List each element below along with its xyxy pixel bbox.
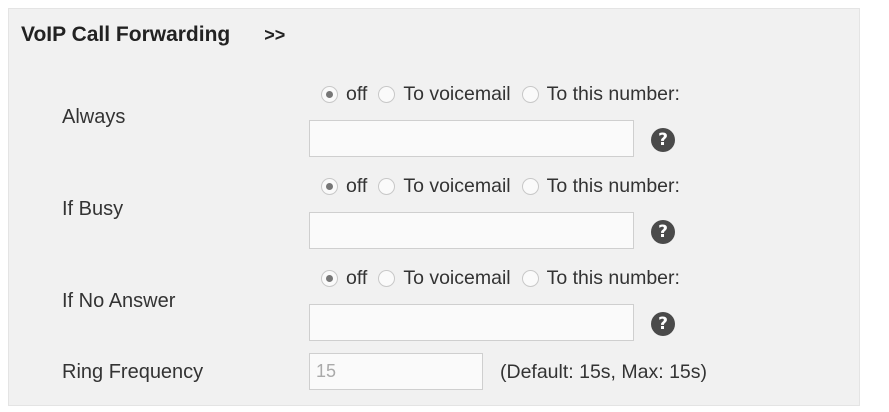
expand-toggle[interactable]: >> xyxy=(264,25,285,46)
ring-frequency-label: Ring Frequency xyxy=(62,361,204,383)
radio-button[interactable] xyxy=(521,178,539,195)
section-header: VoIP Call Forwarding >> xyxy=(21,23,285,47)
radio-option-number[interactable]: To this number: xyxy=(521,175,680,198)
radio-option-voicemail[interactable]: To voicemail xyxy=(378,267,511,290)
forward-mode-radio-group: off To voicemail To this number: xyxy=(321,83,691,106)
radio-label: To voicemail xyxy=(403,267,511,289)
radio-option-voicemail[interactable]: To voicemail xyxy=(378,83,511,106)
radio-button[interactable] xyxy=(521,270,539,287)
section-title: VoIP Call Forwarding xyxy=(21,23,231,46)
row-label: Always xyxy=(62,106,126,128)
radio-option-off[interactable]: off xyxy=(321,175,367,198)
radio-option-voicemail[interactable]: To voicemail xyxy=(378,175,511,198)
radio-button[interactable] xyxy=(521,86,539,103)
forward-number-input[interactable] xyxy=(309,304,634,341)
radio-label: off xyxy=(346,83,368,105)
help-icon[interactable]: ? xyxy=(651,220,675,244)
radio-button[interactable] xyxy=(321,178,338,195)
row-label: If Busy xyxy=(62,198,124,220)
row-label: If No Answer xyxy=(62,290,176,312)
radio-label: To voicemail xyxy=(403,83,511,105)
ring-frequency-note: (Default: 15s, Max: 15s) xyxy=(500,361,707,383)
radio-button[interactable] xyxy=(378,270,396,287)
radio-button[interactable] xyxy=(321,86,338,103)
forward-number-input[interactable] xyxy=(309,212,634,249)
radio-option-off[interactable]: off xyxy=(321,83,367,106)
ring-frequency-input[interactable] xyxy=(309,353,483,390)
radio-label: off xyxy=(346,267,368,289)
radio-button[interactable] xyxy=(321,270,338,287)
help-icon[interactable]: ? xyxy=(651,312,675,336)
radio-label: To voicemail xyxy=(403,175,511,197)
radio-button[interactable] xyxy=(378,86,396,103)
radio-button[interactable] xyxy=(378,178,396,195)
radio-label: To this number: xyxy=(546,267,680,289)
forward-number-input[interactable] xyxy=(309,120,634,157)
radio-label: To this number: xyxy=(546,83,680,105)
radio-label: off xyxy=(346,175,368,197)
radio-option-off[interactable]: off xyxy=(321,267,367,290)
forward-mode-radio-group: off To voicemail To this number: xyxy=(321,267,691,290)
forward-mode-radio-group: off To voicemail To this number: xyxy=(321,175,691,198)
call-forwarding-panel: VoIP Call Forwarding >> Always off To vo… xyxy=(8,8,860,406)
radio-label: To this number: xyxy=(546,175,680,197)
radio-option-number[interactable]: To this number: xyxy=(521,267,680,290)
help-icon[interactable]: ? xyxy=(651,128,675,152)
radio-option-number[interactable]: To this number: xyxy=(521,83,680,106)
